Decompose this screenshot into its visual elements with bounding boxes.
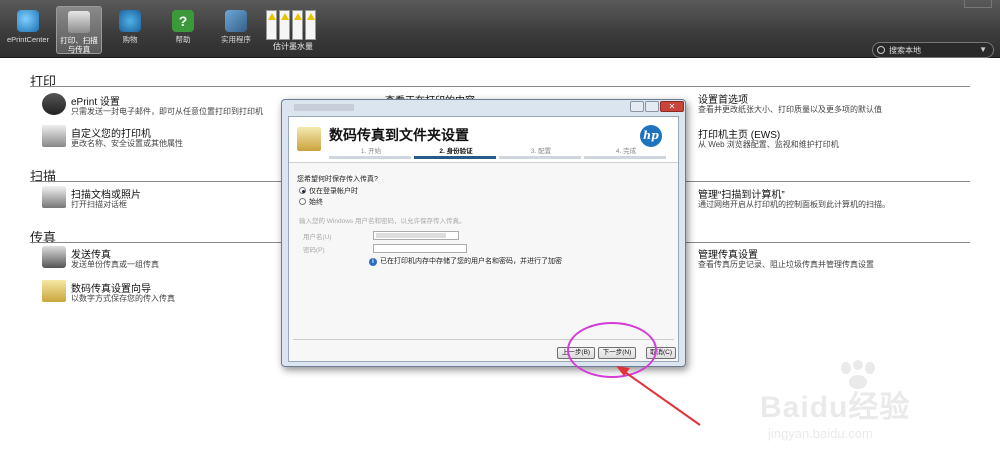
baidu-watermark: Baidu经验 jingyan.baidu.com xyxy=(760,360,990,460)
watermark-brand: Baidu经验 xyxy=(760,391,911,424)
watermark-url: jingyan.baidu.com xyxy=(768,426,873,441)
